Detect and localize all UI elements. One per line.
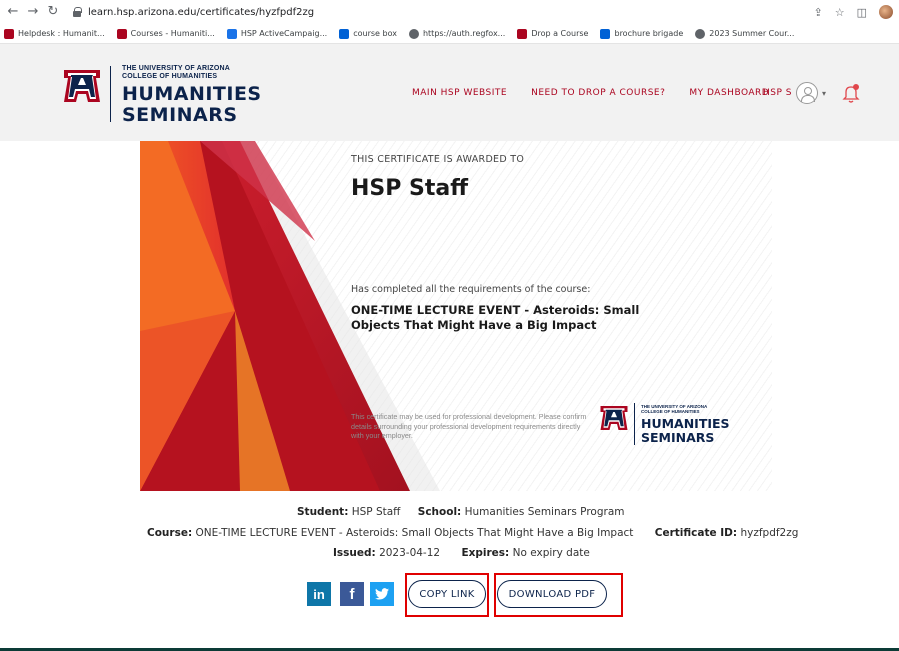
certificate-image: THIS CERTIFICATE IS AWARDED TO HSP Staff… bbox=[140, 141, 772, 491]
top-navigation: MAIN HSP WEBSITE NEED TO DROP A COURSE? … bbox=[412, 88, 769, 98]
bookmark-star-icon[interactable]: ☆ bbox=[835, 6, 845, 19]
twitter-share-button[interactable] bbox=[370, 582, 394, 606]
ua-icon bbox=[517, 28, 528, 39]
bookmark-label: course box bbox=[353, 29, 397, 38]
bookmark-label: 2023 Summer Cour... bbox=[709, 29, 795, 38]
user-name[interactable]: HSP S bbox=[763, 88, 792, 98]
globe-icon bbox=[408, 28, 419, 39]
university-a-logo-icon[interactable] bbox=[62, 66, 102, 106]
certificate-logo-title: HUMANITIES SEMINARS bbox=[641, 416, 730, 445]
site-header: THE UNIVERSITY OF ARIZONA COLLEGE OF HUM… bbox=[0, 44, 899, 141]
bookmark-label: HSP ActiveCampaig... bbox=[240, 29, 328, 38]
course-title: ONE-TIME LECTURE EVENT - Asteroids: Smal… bbox=[351, 303, 640, 332]
share-icon[interactable]: ⇪ bbox=[814, 6, 823, 19]
logo-divider bbox=[110, 66, 111, 122]
bookmark-item[interactable]: https://auth.regfox... bbox=[408, 28, 506, 39]
facebook-share-button[interactable]: f bbox=[340, 582, 364, 606]
logo-title[interactable]: HUMANITIES SEMINARS bbox=[122, 84, 262, 126]
school-label: School: bbox=[417, 506, 462, 518]
course-value: ONE-TIME LECTURE EVENT - Asteroids: Smal… bbox=[195, 527, 634, 539]
bookmark-label: Courses - Humaniti... bbox=[130, 29, 215, 38]
nav-my-dashboard[interactable]: MY DASHBOARD bbox=[689, 88, 769, 98]
nav-drop-course[interactable]: NEED TO DROP A COURSE? bbox=[531, 88, 665, 98]
expires-value: No expiry date bbox=[512, 547, 590, 559]
certificate-note: This certificate may be used for profess… bbox=[351, 412, 587, 440]
bookmark-label: brochure brigade bbox=[614, 29, 684, 38]
profile-avatar-icon[interactable] bbox=[879, 5, 893, 19]
certificate-id-label: Certificate ID: bbox=[654, 527, 738, 539]
chevron-down-icon[interactable]: ▾ bbox=[822, 89, 826, 98]
bookmark-item[interactable]: Drop a Course bbox=[517, 28, 589, 39]
ua-icon bbox=[116, 28, 127, 39]
recipient-name: HSP Staff bbox=[351, 176, 469, 201]
course-cert-line: Course: ONE-TIME LECTURE EVENT - Asteroi… bbox=[147, 527, 798, 539]
sidepanel-icon[interactable]: ◫ bbox=[857, 6, 867, 19]
certificate-logo-subtitle: THE UNIVERSITY OF ARIZONA COLLEGE OF HUM… bbox=[641, 404, 708, 414]
address-bar[interactable]: learn.hsp.arizona.edu/certificates/hyzfp… bbox=[88, 7, 314, 18]
student-school-line: Student: HSP Staff School: Humanities Se… bbox=[297, 506, 624, 518]
issued-value: 2023-04-12 bbox=[379, 547, 441, 559]
twitter-icon bbox=[375, 588, 389, 600]
linkedin-share-button[interactable]: in bbox=[307, 582, 331, 606]
ua-icon bbox=[4, 28, 14, 39]
course-label: Course: bbox=[147, 527, 193, 539]
bookmark-item[interactable]: HSP ActiveCampaig... bbox=[226, 28, 328, 39]
facebook-icon: f bbox=[349, 585, 355, 603]
school-value: Humanities Seminars Program bbox=[464, 506, 625, 518]
logo-divider bbox=[634, 403, 635, 445]
browser-toolbar: ← → ↻ learn.hsp.arizona.edu/certificates… bbox=[0, 0, 899, 24]
user-avatar-icon[interactable] bbox=[795, 82, 818, 104]
issued-label: Issued: bbox=[333, 547, 376, 559]
bookmark-label: https://auth.regfox... bbox=[422, 29, 506, 38]
user-menu[interactable]: HSP S ▾ bbox=[763, 82, 862, 104]
notification-bell-icon[interactable] bbox=[840, 82, 862, 104]
university-a-logo-icon bbox=[600, 406, 628, 430]
student-label: Student: bbox=[297, 506, 349, 518]
nav-main-hsp-website[interactable]: MAIN HSP WEBSITE bbox=[412, 88, 507, 98]
completed-text: Has completed all the requirements of th… bbox=[351, 284, 591, 295]
box-icon bbox=[600, 28, 611, 39]
bookmark-label: Helpdesk : Humanit... bbox=[18, 29, 105, 38]
bookmark-item[interactable]: Courses - Humaniti... bbox=[116, 28, 215, 39]
issued-expires-line: Issued: 2023-04-12 Expires: No expiry da… bbox=[333, 547, 590, 559]
bookmark-item[interactable]: 2023 Summer Cour... bbox=[695, 28, 795, 39]
globe-icon bbox=[695, 28, 706, 39]
box-icon bbox=[339, 28, 350, 39]
linkedin-icon: in bbox=[313, 586, 325, 602]
highlight-box-download-pdf bbox=[494, 573, 623, 617]
lock-icon[interactable] bbox=[72, 7, 82, 17]
reload-icon[interactable]: ↻ bbox=[46, 5, 60, 19]
bookmark-item[interactable]: course box bbox=[339, 28, 397, 39]
back-icon[interactable]: ← bbox=[6, 5, 20, 19]
bookmarks-bar: Helpdesk : Humanit... Courses - Humaniti… bbox=[0, 24, 899, 44]
student-value: HSP Staff bbox=[351, 506, 401, 518]
awarded-to-label: THIS CERTIFICATE IS AWARDED TO bbox=[351, 154, 525, 165]
bookmark-item[interactable]: Helpdesk : Humanit... bbox=[4, 28, 105, 39]
bookmark-item[interactable]: brochure brigade bbox=[600, 28, 684, 39]
toolbar-actions: ⇪ ☆ ◫ bbox=[814, 5, 893, 19]
hsp-icon bbox=[226, 28, 237, 39]
logo-subtitle[interactable]: THE UNIVERSITY OF ARIZONA COLLEGE OF HUM… bbox=[122, 65, 230, 81]
bookmark-label: Drop a Course bbox=[531, 29, 589, 38]
expires-label: Expires: bbox=[461, 547, 510, 559]
forward-icon[interactable]: → bbox=[26, 5, 40, 19]
certificate-id-value: hyzfpdf2zg bbox=[740, 527, 799, 539]
highlight-box-copy-link bbox=[405, 573, 489, 617]
